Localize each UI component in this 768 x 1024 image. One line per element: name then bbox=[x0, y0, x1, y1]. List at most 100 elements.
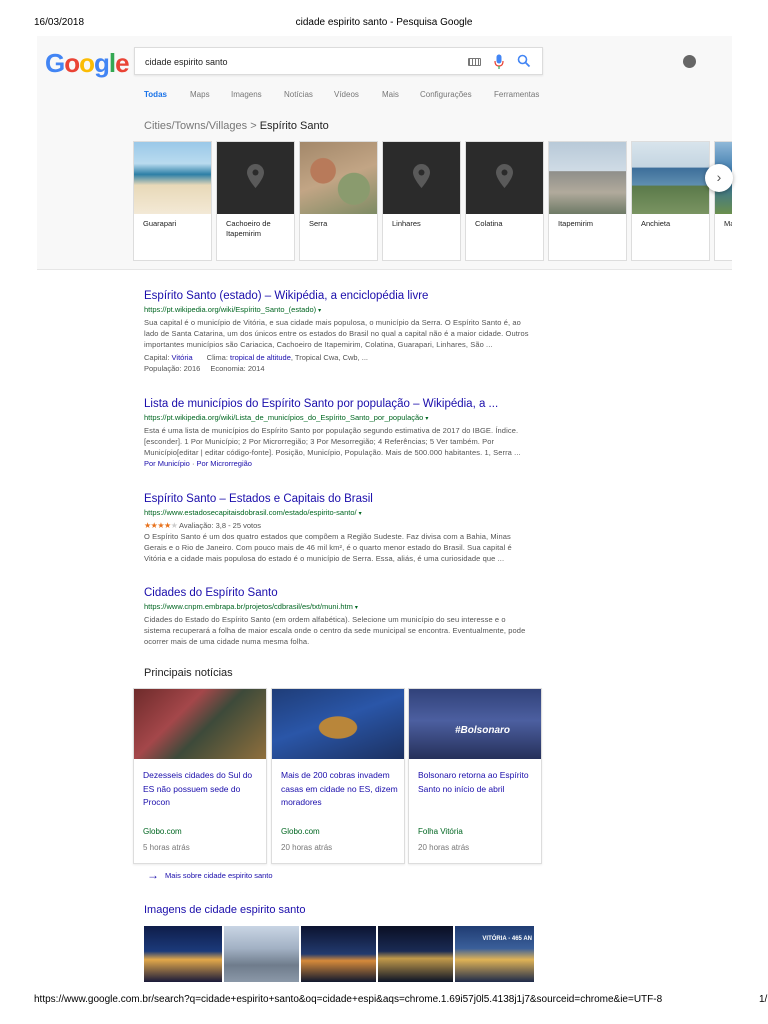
city-card[interactable]: Cachoeiro de Itapemirim bbox=[216, 141, 295, 261]
image-results-strip: VITÓRIA - 465 AN bbox=[144, 926, 534, 982]
city-card[interactable]: Ma bbox=[714, 141, 732, 261]
image-thumbnail[interactable] bbox=[144, 926, 222, 982]
top-stories-heading: Principais notícias bbox=[144, 667, 233, 679]
city-card-label: Linhares bbox=[392, 219, 421, 228]
carousel-breadcrumb: Cities/Towns/Villages > Espírito Santo bbox=[144, 120, 329, 132]
city-card-label: Cachoeiro de Itapemirim bbox=[226, 219, 271, 238]
print-page-number: 1/ bbox=[759, 994, 768, 1005]
image-thumbnail[interactable] bbox=[378, 926, 453, 982]
result-snippet: Cidades do Estado do Espírito Santo (em … bbox=[144, 615, 526, 646]
result-url: https://pt.wikipedia.org/wiki/Espírito_S… bbox=[144, 305, 322, 314]
news-time: 20 horas atrás bbox=[418, 843, 470, 852]
image-thumbnail[interactable] bbox=[224, 926, 299, 982]
tab-tools[interactable]: Ferramentas bbox=[494, 90, 539, 99]
caret-down-icon[interactable]: ▾ bbox=[359, 511, 362, 517]
result-url: https://www.cnpm.embrapa.br/projetos/cdb… bbox=[144, 602, 358, 611]
city-card-label: Anchieta bbox=[641, 219, 671, 228]
tab-more[interactable]: Mais bbox=[382, 90, 399, 99]
images-heading-link[interactable]: Imagens de cidade espirito santo bbox=[144, 904, 305, 916]
tab-videos[interactable]: Vídeos bbox=[334, 90, 359, 99]
result-snippet: Esta é uma lista de municípios do Espíri… bbox=[144, 426, 521, 457]
print-url: https://www.google.com.br/search?q=cidad… bbox=[34, 994, 663, 1005]
tab-all[interactable]: Todas bbox=[144, 90, 167, 99]
search-icon[interactable] bbox=[517, 54, 531, 68]
city-card[interactable]: Itapemirim bbox=[548, 141, 627, 261]
sitelink[interactable]: Por Município bbox=[144, 459, 190, 468]
result-facts-row: População: 2016 Economia: 2014 bbox=[144, 364, 265, 373]
account-avatar[interactable] bbox=[683, 55, 696, 68]
city-placeholder bbox=[383, 142, 460, 214]
print-page-title: cidade espirito santo - Pesquisa Google bbox=[295, 17, 473, 28]
city-carousel: Guarapari Cachoeiro de Itapemirim Serra … bbox=[133, 141, 732, 262]
news-time: 20 horas atrás bbox=[281, 843, 333, 852]
search-result: Espírito Santo – Estados e Capitais do B… bbox=[144, 492, 534, 564]
city-card-label: Colatina bbox=[475, 219, 503, 228]
news-title[interactable]: Bolsonaro retorna ao Espírito Santo no i… bbox=[418, 769, 538, 796]
image-thumbnail[interactable]: VITÓRIA - 465 AN bbox=[455, 926, 534, 982]
image-thumbnail[interactable] bbox=[301, 926, 376, 982]
arrow-right-icon: → bbox=[147, 868, 159, 882]
news-card[interactable]: Mais de 200 cobras invadem casas em cida… bbox=[271, 688, 405, 864]
carousel-category[interactable]: Cities/Towns/Villages bbox=[144, 120, 247, 132]
caret-down-icon[interactable]: ▾ bbox=[355, 605, 358, 611]
result-url: https://www.estadosecapitaisdobrasil.com… bbox=[144, 508, 362, 517]
city-card[interactable]: Anchieta bbox=[631, 141, 710, 261]
more-news-link[interactable]: → Mais sobre cidade espirito santo bbox=[147, 868, 273, 882]
news-image bbox=[272, 689, 404, 759]
city-photo bbox=[134, 142, 211, 214]
result-title-link[interactable]: Espírito Santo – Estados e Capitais do B… bbox=[144, 492, 534, 507]
keyboard-icon[interactable] bbox=[468, 58, 481, 66]
news-card[interactable]: Dezesseis cidades do Sul do ES não possu… bbox=[133, 688, 267, 864]
print-header: 16/03/2018 cidade espirito santo - Pesqu… bbox=[0, 17, 768, 31]
fact-link[interactable]: tropical de altitude bbox=[230, 353, 291, 362]
result-snippet: O Espírito Santo é um dos quatro estados… bbox=[144, 532, 512, 563]
news-image: #Bolsonaro bbox=[409, 689, 541, 759]
map-pin-icon bbox=[496, 164, 513, 188]
rating-stars-icon: ★★★★★ bbox=[144, 521, 178, 530]
search-box bbox=[134, 47, 543, 75]
result-title-link[interactable]: Lista de municípios do Espírito Santo po… bbox=[144, 397, 534, 412]
city-card[interactable]: Guarapari bbox=[133, 141, 212, 261]
city-card[interactable]: Linhares bbox=[382, 141, 461, 261]
carousel-next-button[interactable]: › bbox=[705, 164, 733, 192]
news-card[interactable]: #Bolsonaro Bolsonaro retorna ao Espírito… bbox=[408, 688, 542, 864]
tab-images[interactable]: Imagens bbox=[231, 90, 262, 99]
microphone-icon[interactable] bbox=[494, 54, 504, 70]
news-title[interactable]: Dezesseis cidades do Sul do ES não possu… bbox=[143, 769, 263, 810]
news-source: Globo.com bbox=[281, 827, 320, 836]
news-image bbox=[134, 689, 266, 759]
map-pin-icon bbox=[413, 164, 430, 188]
result-rating: ★★★★★ Avaliação: 3,8 - 25 votos bbox=[144, 521, 262, 530]
city-card-label: Ma bbox=[724, 219, 732, 228]
tab-settings[interactable]: Configurações bbox=[420, 90, 472, 99]
google-logo[interactable]: Google bbox=[45, 48, 130, 79]
news-image-tag: #Bolsonaro bbox=[455, 725, 511, 736]
search-input[interactable] bbox=[145, 54, 455, 70]
city-card-label: Guarapari bbox=[143, 219, 177, 228]
city-card[interactable]: Serra bbox=[299, 141, 378, 261]
fact-link[interactable]: Vitória bbox=[172, 353, 193, 362]
sitelink[interactable]: Por Microrregião bbox=[197, 459, 252, 468]
city-photo bbox=[632, 142, 709, 214]
result-title-link[interactable]: Espírito Santo (estado) – Wikipédia, a e… bbox=[144, 289, 534, 304]
map-pin-icon bbox=[247, 164, 264, 188]
city-card-label: Itapemirim bbox=[558, 219, 594, 228]
news-time: 5 horas atrás bbox=[143, 843, 190, 852]
city-photo bbox=[549, 142, 626, 214]
carousel-current: Espírito Santo bbox=[259, 120, 329, 132]
breadcrumb-separator: > bbox=[250, 120, 257, 132]
search-result: Espírito Santo (estado) – Wikipédia, a e… bbox=[144, 289, 534, 374]
search-result: Cidades do Espírito Santo https://www.cn… bbox=[144, 586, 534, 647]
tab-news[interactable]: Notícias bbox=[284, 90, 313, 99]
news-source: Globo.com bbox=[143, 827, 182, 836]
search-header-area: Google Todas Maps Imagens Notícias Vídeo… bbox=[37, 36, 733, 270]
result-snippet: Sua capital é o município de Vitória, e … bbox=[144, 318, 529, 349]
caret-down-icon[interactable]: ▾ bbox=[425, 416, 428, 422]
tab-maps[interactable]: Maps bbox=[190, 90, 210, 99]
city-card[interactable]: Colatina bbox=[465, 141, 544, 261]
city-photo bbox=[300, 142, 377, 214]
caret-down-icon[interactable]: ▾ bbox=[318, 308, 321, 314]
news-title[interactable]: Mais de 200 cobras invadem casas em cida… bbox=[281, 769, 401, 810]
result-title-link[interactable]: Cidades do Espírito Santo bbox=[144, 586, 534, 601]
news-source: Folha Vitória bbox=[418, 827, 463, 836]
